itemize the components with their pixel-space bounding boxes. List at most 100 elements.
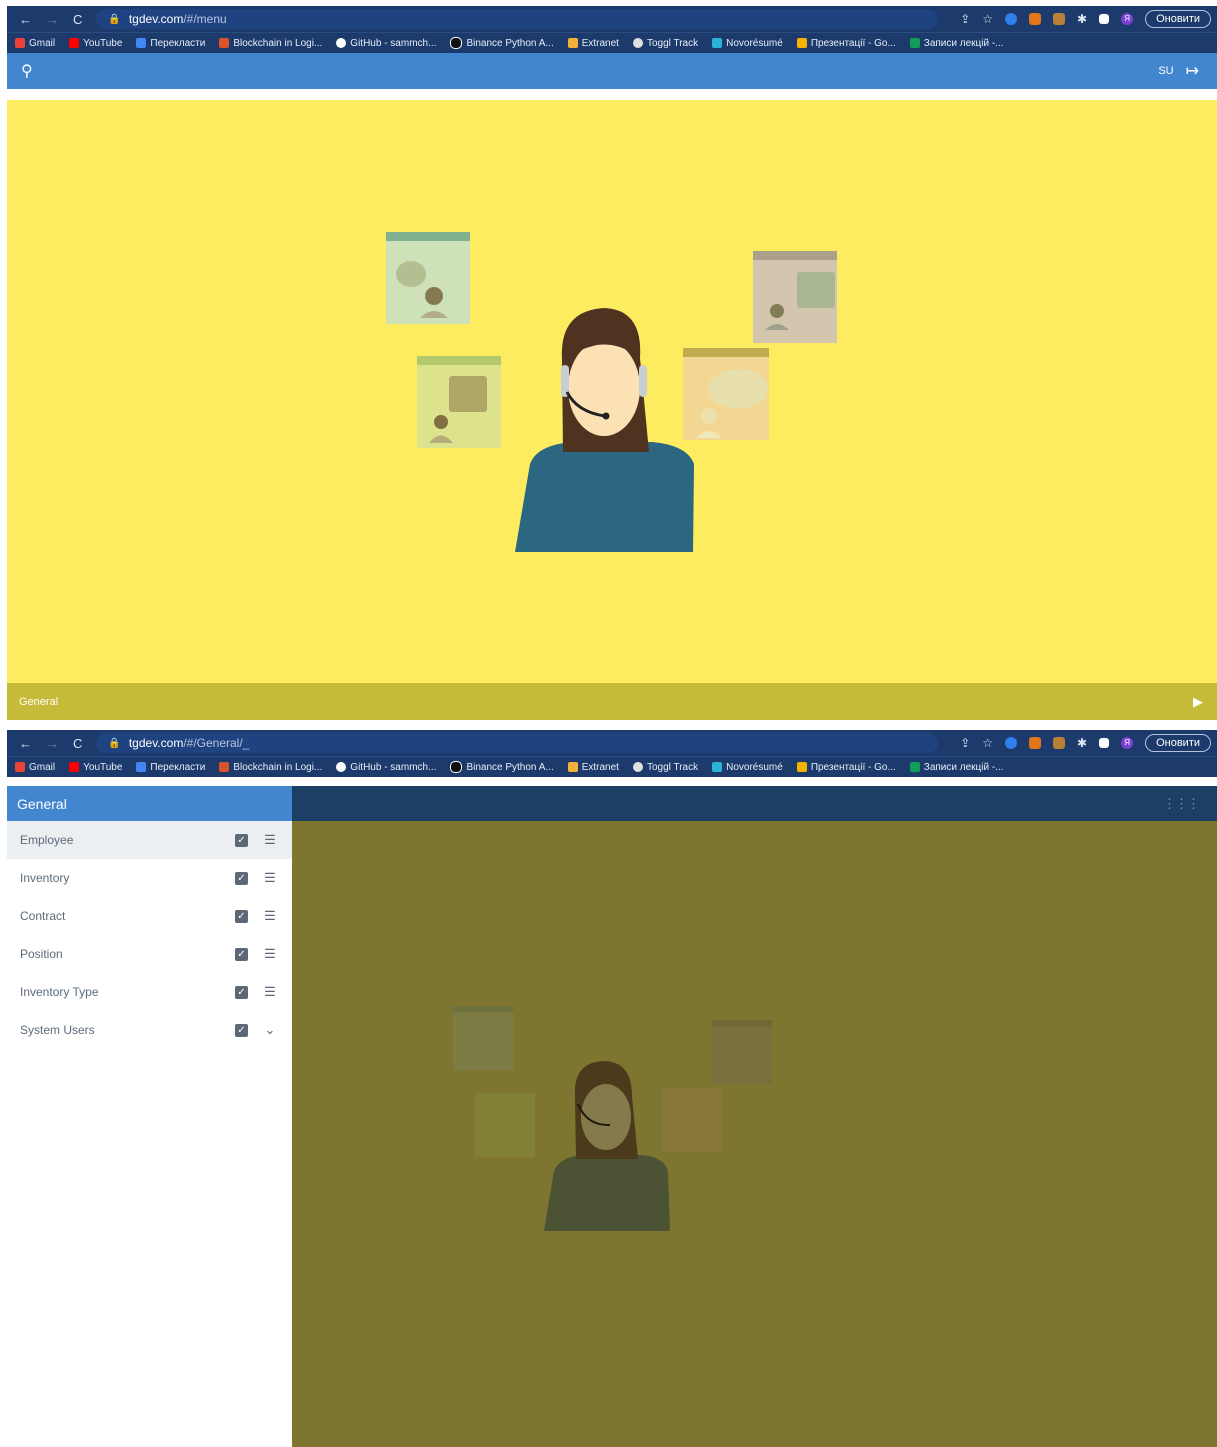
back-icon[interactable]: ← (19, 736, 32, 751)
checkbox-icon[interactable]: ✓ (235, 985, 248, 999)
bookmark-item[interactable]: Презентації - Go... (796, 762, 896, 773)
list-icon[interactable]: ☰ (262, 870, 278, 886)
bookmark-item[interactable]: YouTube (69, 38, 122, 49)
sidebar-item-inventory[interactable]: Inventory ✓ ☰ (7, 859, 292, 897)
chat-window-3 (753, 251, 837, 343)
checkbox-icon[interactable]: ✓ (235, 909, 248, 923)
star-icon[interactable]: ☆ (982, 736, 993, 750)
binance-icon (450, 761, 463, 773)
bookmark-item[interactable]: Extranet (567, 762, 619, 773)
reload-icon[interactable]: C (73, 12, 82, 27)
sidepanel-icon[interactable] (1099, 14, 1110, 24)
bookmark-item[interactable]: GitHub - sammch... (336, 38, 436, 49)
reload-icon[interactable]: C (73, 736, 82, 751)
bookmark-item[interactable]: Extranet (567, 38, 619, 49)
hero-illustration-panel[interactable] (7, 100, 1217, 683)
puzzle-icon[interactable]: ✱ (1077, 12, 1087, 26)
list-icon[interactable]: ☰ (262, 908, 278, 924)
bookmark-item[interactable]: GitHub - sammch... (336, 762, 436, 773)
apps-grid-icon[interactable]: ⋮⋮⋮ (1163, 796, 1200, 812)
list-icon[interactable]: ☰ (262, 984, 278, 1000)
play-icon[interactable]: ▶ (1193, 694, 1203, 710)
bookmarks-bar: Gmail YouTube Перекласти Blockchain in L… (7, 32, 1217, 53)
chat-window-4 (683, 348, 769, 440)
sidebar-item-inventory-type[interactable]: Inventory Type ✓ ☰ (7, 973, 292, 1011)
star-icon[interactable]: ☆ (982, 12, 993, 26)
bookmark-item[interactable]: Binance Python A... (450, 37, 554, 49)
url-host: tgdev.com (128, 12, 184, 26)
forward-icon[interactable]: → (46, 736, 59, 751)
novoresume-icon (712, 762, 723, 772)
extension-icon[interactable] (1053, 737, 1066, 749)
toggl-icon (632, 762, 643, 772)
checkbox-icon[interactable]: ✓ (235, 871, 248, 885)
forward-icon[interactable]: → (46, 12, 59, 27)
search-icon[interactable]: ⚲ (21, 61, 33, 81)
novoresume-icon (712, 38, 723, 48)
profile-avatar[interactable]: Я (1121, 13, 1134, 25)
support-agent-figure (515, 308, 694, 552)
metamask-icon[interactable] (1029, 737, 1042, 749)
checkbox-icon[interactable]: ✓ (235, 1023, 248, 1037)
share-icon[interactable]: ⇪ (960, 736, 970, 750)
url-path: /#/General/_ (183, 736, 250, 750)
bookmark-item[interactable]: Презентації - Go... (796, 38, 896, 49)
browser-nav: ← → C (7, 736, 82, 751)
youtube-icon (69, 762, 80, 772)
extranet-icon (567, 38, 578, 48)
sidebar-item-system-users[interactable]: System Users ✓ ⌄ (7, 1011, 292, 1049)
main-content-overlay[interactable]: ⋮⋮⋮ (292, 786, 1217, 1447)
sidebar-item-label: Employee (20, 833, 74, 847)
puzzle-icon[interactable]: ✱ (1077, 736, 1087, 750)
sidebar-item-label: System Users (20, 1023, 95, 1037)
bookmark-item[interactable]: YouTube (69, 762, 122, 773)
bookmark-item[interactable]: Toggl Track (632, 762, 698, 773)
url-host: tgdev.com (128, 736, 184, 750)
binance-icon (450, 37, 463, 49)
bookmark-item[interactable]: Gmail (15, 38, 55, 49)
logout-icon[interactable]: ↦ (1186, 61, 1199, 81)
sidebar-item-position[interactable]: Position ✓ ☰ (7, 935, 292, 973)
checkbox-icon[interactable]: ✓ (235, 833, 248, 847)
bookmark-item[interactable]: Novorésumé (712, 38, 783, 49)
profile-avatar[interactable]: Я (1121, 737, 1134, 749)
google-drive-icon (796, 38, 807, 48)
bookmarks-bar: Gmail YouTube Перекласти Blockchain in L… (7, 756, 1217, 777)
translate-icon (136, 762, 147, 772)
bookmark-item[interactable]: Записи лекцій -... (909, 762, 1004, 773)
bookmark-item[interactable]: Записи лекцій -... (909, 38, 1004, 49)
extension-icon[interactable] (1005, 13, 1018, 25)
back-icon[interactable]: ← (19, 12, 32, 27)
chevron-down-icon[interactable]: ⌄ (262, 1022, 278, 1038)
checkbox-icon[interactable]: ✓ (235, 947, 248, 961)
support-agent-figure-dimmed (544, 1061, 670, 1231)
bookmark-item[interactable]: Перекласти (136, 762, 205, 773)
bookmark-item[interactable]: Перекласти (136, 38, 205, 49)
update-button[interactable]: Оновити (1145, 10, 1211, 28)
lock-icon: 🔒 (108, 13, 121, 25)
metamask-icon[interactable] (1029, 13, 1042, 25)
bookmark-item[interactable]: Toggl Track (632, 38, 698, 49)
extension-icons: ⇪ ☆ ✱ Я Оновити (960, 10, 1217, 28)
github-icon (336, 38, 347, 48)
module-title: General (19, 695, 59, 708)
list-icon[interactable]: ☰ (262, 946, 278, 962)
sidebar-item-contract[interactable]: Contract ✓ ☰ (7, 897, 292, 935)
bookmark-item[interactable]: Blockchain in Logi... (219, 762, 322, 773)
list-icon[interactable]: ☰ (262, 832, 278, 848)
address-bar[interactable]: 🔒 tgdev.com/#/General/_ (96, 733, 939, 753)
extension-icon[interactable] (1005, 737, 1018, 749)
sidebar-item-employee[interactable]: Employee ✓ ☰ (7, 821, 292, 859)
user-initials[interactable]: SU (1158, 65, 1173, 77)
bookmark-item[interactable]: Binance Python A... (450, 761, 554, 773)
address-bar[interactable]: 🔒 tgdev.com/#/menu (96, 9, 939, 29)
bookmark-item[interactable]: Gmail (15, 762, 55, 773)
extension-icon[interactable] (1053, 13, 1066, 25)
sidepanel-icon[interactable] (1099, 738, 1110, 748)
gmail-icon (15, 762, 25, 772)
update-button[interactable]: Оновити (1145, 734, 1211, 752)
bookmark-item[interactable]: Blockchain in Logi... (219, 38, 322, 49)
share-icon[interactable]: ⇪ (960, 12, 970, 26)
bookmark-item[interactable]: Novorésumé (712, 762, 783, 773)
lock-icon: 🔒 (108, 737, 121, 749)
